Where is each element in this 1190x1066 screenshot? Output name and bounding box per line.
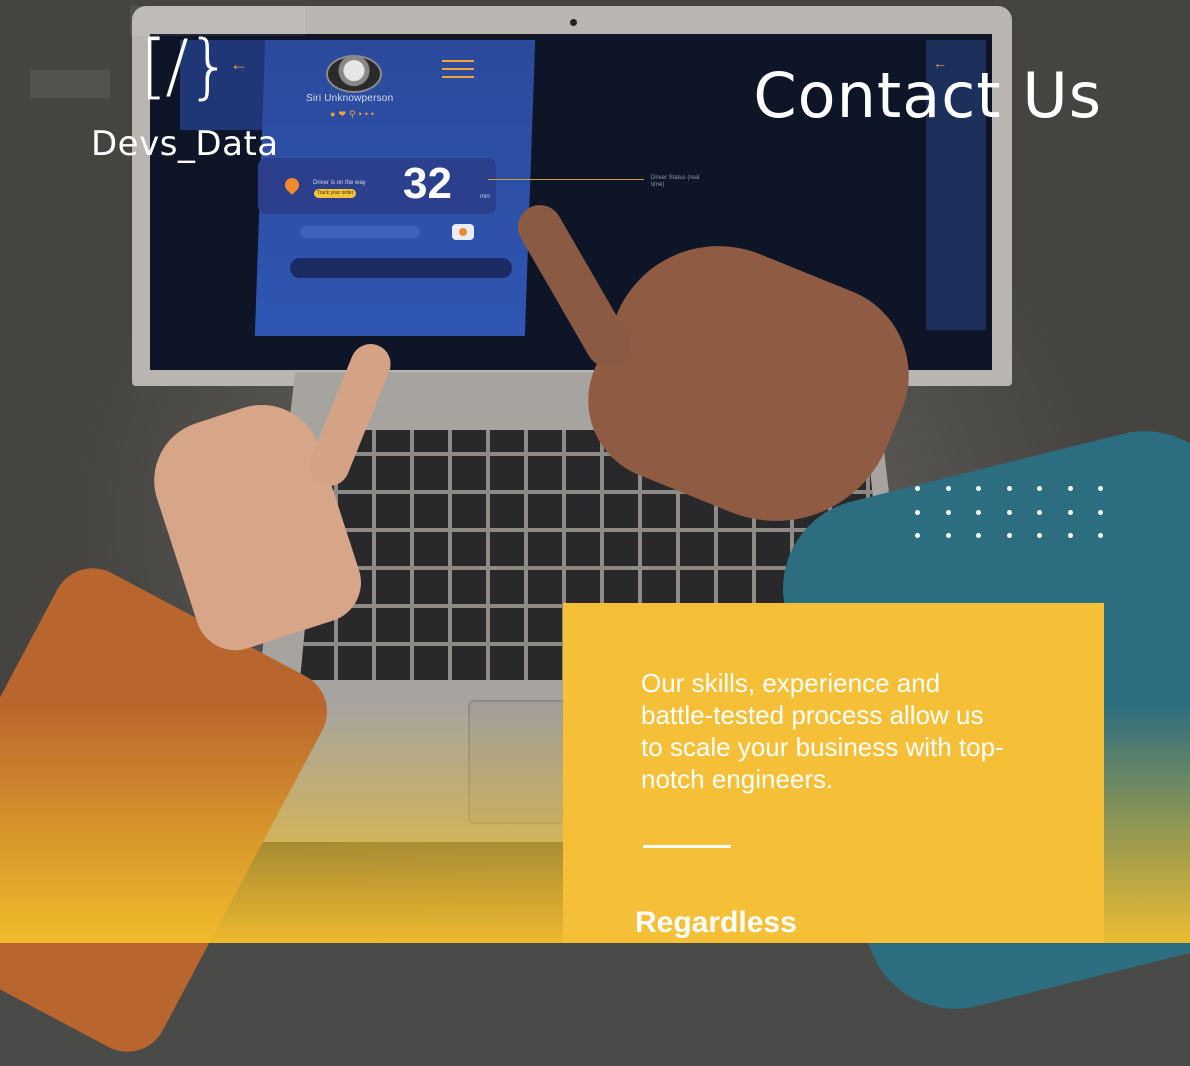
track-order-button: Track your order [314, 189, 356, 198]
logo-icon[interactable]: [/} [140, 26, 231, 106]
driver-status-text: Driver is on the way [313, 180, 366, 186]
eta-number: 32 [403, 159, 452, 208]
grid-dot [1067, 509, 1073, 515]
card-heading: Regardless [635, 906, 797, 939]
grid-dot [1067, 533, 1073, 538]
eta-unit: min [480, 194, 490, 200]
driver-status-label: Driver Status (real time) [651, 175, 700, 188]
app-placeholder-bar [300, 226, 420, 238]
grid-dot [915, 486, 920, 491]
arrow-left-icon: ← [230, 54, 248, 74]
info-card: Our skills, experience and battle-tested… [563, 603, 1104, 943]
grid-dot [1037, 509, 1042, 515]
heart-icon: ❤ [338, 109, 349, 119]
app-list-row [290, 258, 512, 278]
page-title: Contact Us [753, 59, 1102, 132]
grid-dot [945, 533, 951, 538]
grid-dot [1067, 486, 1073, 491]
grid-dot [915, 509, 920, 515]
brand-name[interactable]: Devs_Data [91, 124, 279, 164]
grid-dot [1006, 533, 1012, 538]
grid-dot [976, 509, 981, 515]
laptop-camera [570, 19, 577, 26]
grid-dot [915, 533, 920, 538]
location-chip-icon [452, 224, 474, 240]
search-icon: ⚲ [348, 109, 359, 119]
card-body-text: Our skills, experience and battle-tested… [641, 668, 1004, 794]
grid-dot [945, 486, 951, 491]
grid-dot [976, 533, 981, 538]
callout-line [488, 179, 644, 180]
grid-dot [1006, 509, 1012, 515]
avatar [326, 55, 382, 93]
grid-dot [976, 486, 981, 491]
app-user-name: Siri Unknowperson [306, 93, 394, 104]
grid-dot [1037, 486, 1042, 491]
grid-dot [1006, 486, 1012, 491]
grid-dot [945, 509, 951, 515]
grid-dot [1098, 533, 1103, 538]
grid-dot [1098, 509, 1103, 515]
grid-dot [1037, 533, 1042, 538]
grid-dot [1098, 486, 1103, 491]
decorative-dot-grid [915, 486, 1107, 546]
hamburger-menu-icon [442, 60, 474, 78]
more-icon: ••• [358, 109, 378, 119]
logo-glitch-block [30, 70, 110, 98]
card-divider [643, 845, 731, 848]
app-icon-row: ●❤⚲••• [330, 109, 377, 120]
